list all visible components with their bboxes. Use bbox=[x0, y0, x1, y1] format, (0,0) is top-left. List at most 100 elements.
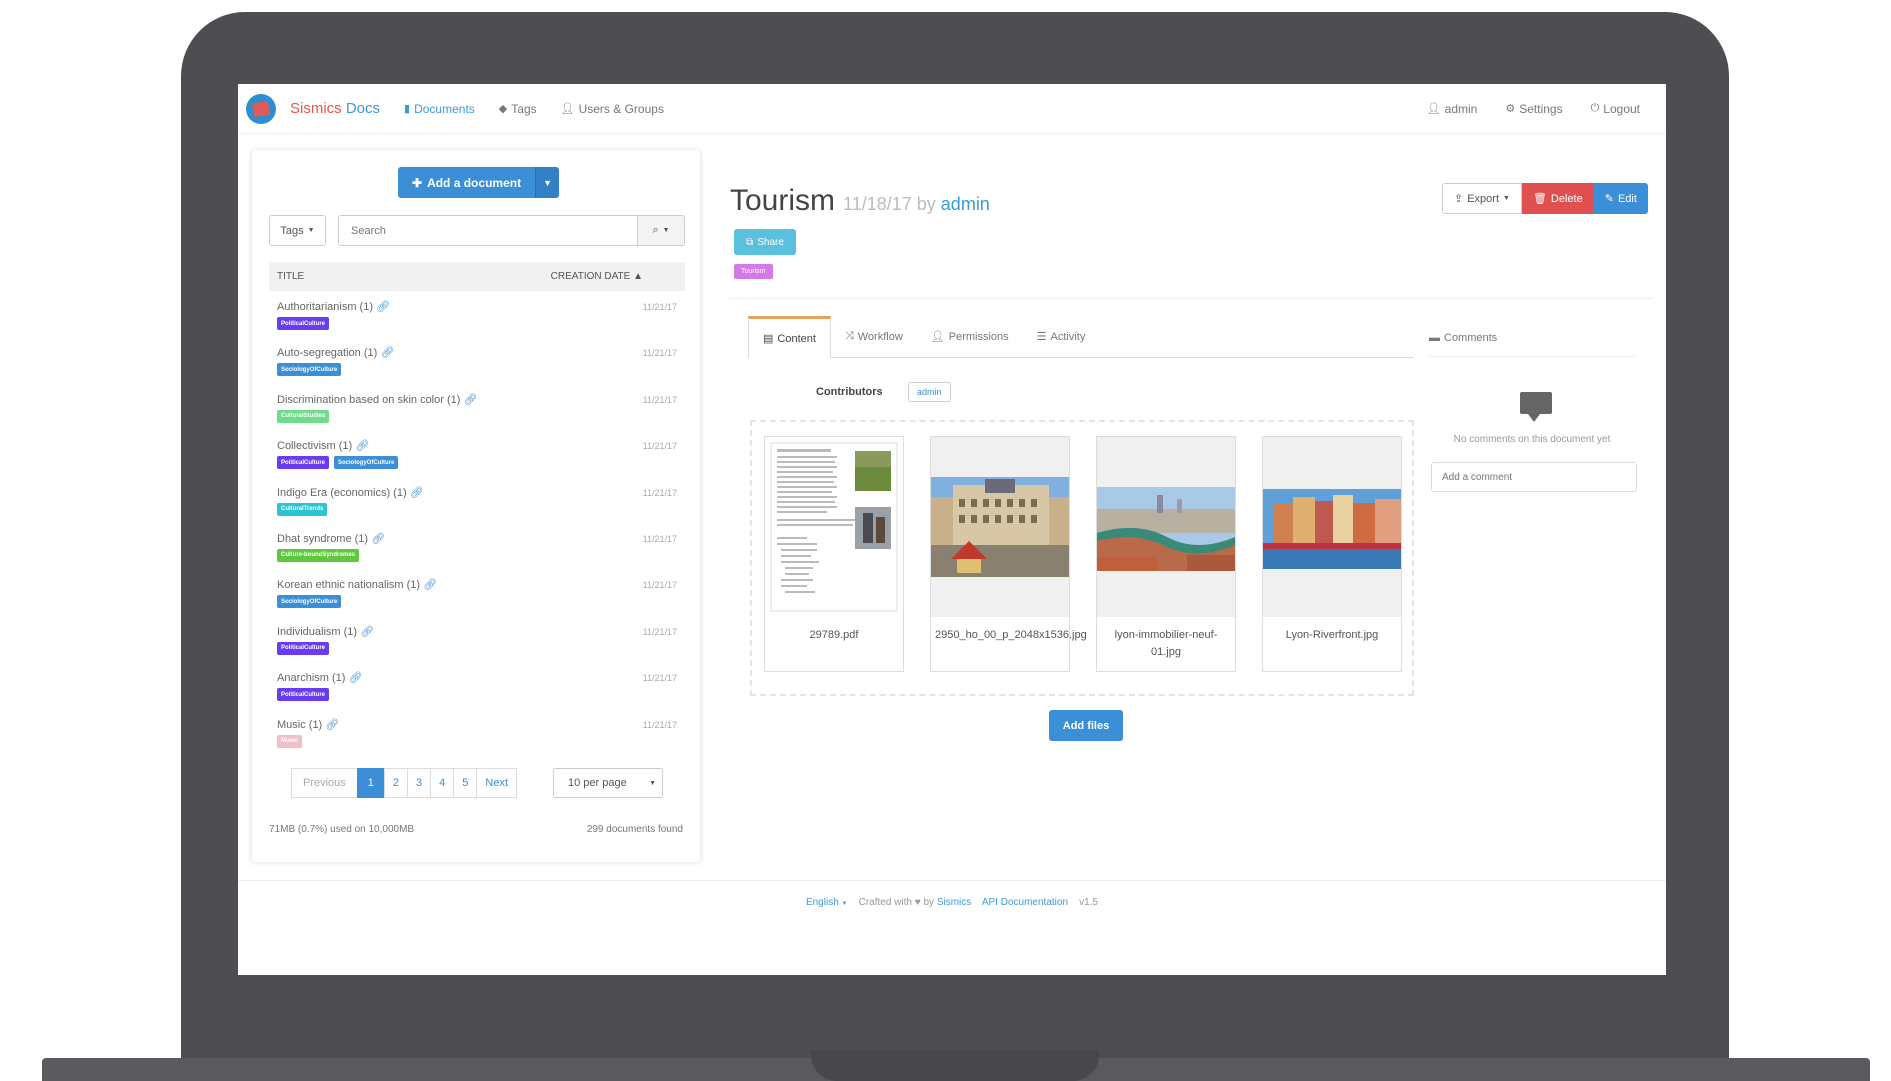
tags-filter-button[interactable]: Tags ▼ bbox=[269, 215, 326, 246]
contributor-chip[interactable]: admin bbox=[908, 382, 951, 402]
document-tag[interactable]: SociologyOfCulture bbox=[277, 595, 342, 609]
nav-settings[interactable]: ⚙ Settings bbox=[1505, 102, 1562, 116]
brand-link[interactable]: Sismics Docs bbox=[246, 93, 380, 124]
laptop-mockup: Sismics Docs ▮ Documents ◆ Tags 👤︎ Users… bbox=[0, 0, 1891, 1081]
document-tags: Culture-boundSyndromes bbox=[277, 548, 685, 562]
per-page-select[interactable]: 10 per page ▼ bbox=[553, 768, 663, 798]
document-date: 11/21/17 bbox=[642, 626, 677, 637]
export-icon: ⇪ bbox=[1454, 193, 1464, 205]
sismics-link[interactable]: Sismics bbox=[937, 897, 971, 908]
document-title: Collectivism (1) 🔗︎ bbox=[277, 440, 370, 453]
user-icon: 👤︎ bbox=[560, 103, 575, 115]
pencil-icon: ✎ bbox=[1604, 193, 1614, 205]
footer-divider bbox=[238, 880, 1666, 881]
document-tag[interactable]: SociologyOfCulture bbox=[277, 363, 342, 377]
paperclip-icon: 🔗︎ bbox=[355, 440, 370, 453]
document-tags: PoliticalCulture bbox=[277, 641, 685, 655]
document-title: Indigo Era (economics) (1) 🔗︎ bbox=[277, 486, 424, 499]
user-icon: 👤︎ bbox=[1426, 103, 1441, 115]
language-select[interactable]: English ▼ bbox=[806, 897, 848, 908]
share-button[interactable]: ⧉ Share bbox=[734, 229, 796, 255]
file-card[interactable]: Lyon-Riverfront.jpg bbox=[1262, 436, 1402, 672]
paperclip-icon: 🔗︎ bbox=[371, 532, 386, 545]
document-tag[interactable]: SociologyOfCulture bbox=[334, 456, 399, 470]
add-document-group: ✚ Add a document ▼ bbox=[398, 167, 560, 198]
document-header: Tourism 11/18/17 by admin bbox=[730, 184, 990, 218]
document-row[interactable]: Individualism (1) 🔗︎ 11/21/17 PoliticalCul… bbox=[269, 619, 685, 665]
share-icon: ⧉ bbox=[746, 236, 754, 248]
document-tag[interactable]: Music bbox=[277, 734, 303, 748]
export-button[interactable]: ⇪ Export ▼ bbox=[1442, 183, 1522, 214]
document-row[interactable]: Anarchism (1) 🔗︎ 11/21/17 PoliticalCulture bbox=[269, 665, 685, 711]
paperclip-icon: 🔗︎ bbox=[409, 486, 424, 499]
storage-usage: 71MB (0.7%) used on 10,000MB bbox=[269, 824, 415, 835]
document-tag[interactable]: PoliticalCulture bbox=[277, 641, 330, 655]
column-creation-date[interactable]: CREATION DATE ▲ bbox=[551, 271, 643, 282]
document-title: Discrimination based on skin color (1) 🔗… bbox=[277, 393, 478, 406]
document-title: Korean ethnic nationalism (1) 🔗︎ bbox=[277, 579, 438, 592]
add-comment-input[interactable] bbox=[1431, 462, 1637, 492]
tab-permissions[interactable]: 👤︎ Permissions bbox=[917, 316, 1023, 357]
search-icon: ⌕ bbox=[652, 224, 659, 236]
file-card[interactable]: 29789.pdf bbox=[764, 436, 904, 672]
pagination-page[interactable]: 5 bbox=[453, 768, 478, 798]
caret-down-icon: ▼ bbox=[662, 227, 670, 234]
pagination-previous[interactable]: Previous bbox=[291, 768, 358, 798]
document-row[interactable]: Music (1) 🔗︎ 11/21/17 Music bbox=[269, 712, 685, 758]
document-date: 11/21/17 bbox=[642, 719, 677, 730]
nav-admin[interactable]: 👤︎ admin bbox=[1427, 102, 1478, 116]
add-document-dropdown-button[interactable]: ▼ bbox=[535, 167, 560, 198]
pagination-page[interactable]: 4 bbox=[430, 768, 455, 798]
document-row[interactable]: Indigo Era (economics) (1) 🔗︎ 11/21/17 Cul… bbox=[269, 480, 685, 526]
document-tags: SociologyOfCulture bbox=[277, 595, 685, 609]
pagination-next[interactable]: Next bbox=[476, 768, 518, 798]
no-comments-text: No comments on this document yet bbox=[1453, 434, 1611, 445]
document-row[interactable]: Korean ethnic nationalism (1) 🔗︎ 11/21/17… bbox=[269, 572, 685, 618]
file-dropzone[interactable]: 29789.pdf 2950_ho_00_p_2048x1536.jpg lyo… bbox=[750, 420, 1414, 696]
delete-button[interactable]: 🗑︎ Delete bbox=[1521, 183, 1594, 214]
document-tag[interactable]: PoliticalCulture bbox=[277, 317, 330, 330]
document-tag[interactable]: PoliticalCulture bbox=[277, 688, 330, 702]
document-tag[interactable]: CulturalStudies bbox=[277, 409, 330, 423]
file-name: Lyon-Riverfront.jpg bbox=[1285, 629, 1379, 641]
caret-down-icon: ▼ bbox=[649, 779, 656, 787]
tab-content[interactable]: ▤ Content bbox=[748, 316, 831, 358]
document-row[interactable]: Auto-segregation (1) 🔗︎ 11/21/17 Sociology… bbox=[269, 340, 685, 386]
tab-activity[interactable]: ☰ Activity bbox=[1023, 316, 1100, 357]
api-documentation-link[interactable]: API Documentation bbox=[982, 897, 1068, 908]
document-author-link[interactable]: admin bbox=[941, 194, 990, 214]
document-tag[interactable]: Culture-boundSyndromes bbox=[277, 548, 360, 562]
document-title: Tourism bbox=[730, 184, 836, 217]
file-card[interactable]: lyon-immobilier-neuf-01.jpg bbox=[1096, 436, 1236, 672]
nav-users-groups[interactable]: 👤︎ Users & Groups bbox=[561, 102, 664, 116]
pagination-page[interactable]: 3 bbox=[407, 768, 432, 798]
document-row[interactable]: Discrimination based on skin color (1) 🔗… bbox=[269, 387, 685, 433]
add-files-button[interactable]: Add files bbox=[1049, 710, 1123, 741]
nav-documents[interactable]: ▮ Documents bbox=[404, 102, 475, 116]
document-row[interactable]: Authoritarianism (1) 🔗︎ 11/21/17 Political… bbox=[269, 294, 685, 340]
search-input[interactable] bbox=[338, 215, 638, 246]
contributors-label: Contributors bbox=[816, 386, 883, 398]
document-meta: 11/18/17 by admin bbox=[843, 194, 990, 214]
image-thumbnail bbox=[931, 437, 1069, 617]
column-title[interactable]: TITLE bbox=[277, 271, 304, 282]
document-tag[interactable]: CulturalTrends bbox=[277, 502, 328, 516]
document-row[interactable]: Collectivism (1) 🔗︎ 11/21/17 PoliticalCult… bbox=[269, 433, 685, 479]
document-row[interactable]: Dhat syndrome (1) 🔗︎ 11/21/17 Culture-boun… bbox=[269, 526, 685, 572]
file-card[interactable]: 2950_ho_00_p_2048x1536.jpg bbox=[930, 436, 1087, 672]
edit-button[interactable]: ✎ Edit bbox=[1593, 183, 1648, 214]
document-date: 11/21/17 bbox=[642, 441, 677, 452]
document-tag[interactable]: PoliticalCulture bbox=[277, 456, 330, 470]
pagination-page[interactable]: 2 bbox=[383, 768, 409, 798]
caret-down-icon: ▼ bbox=[307, 227, 315, 234]
comment-bubble-icon bbox=[1520, 392, 1552, 422]
document-tags: PoliticalCulture bbox=[277, 317, 685, 330]
heart-icon: ♥ bbox=[914, 897, 921, 908]
add-document-button[interactable]: ✚ Add a document bbox=[398, 167, 536, 198]
nav-logout[interactable]: ⏻ Logout bbox=[1591, 102, 1640, 116]
document-date: 11/21/17 bbox=[642, 533, 677, 544]
search-button[interactable]: ⌕ ▼ bbox=[638, 215, 685, 246]
pagination-page[interactable]: 1 bbox=[356, 768, 385, 798]
nav-tags[interactable]: ◆ Tags bbox=[499, 102, 537, 116]
tab-workflow[interactable]: ⤨ Workflow bbox=[831, 316, 917, 357]
